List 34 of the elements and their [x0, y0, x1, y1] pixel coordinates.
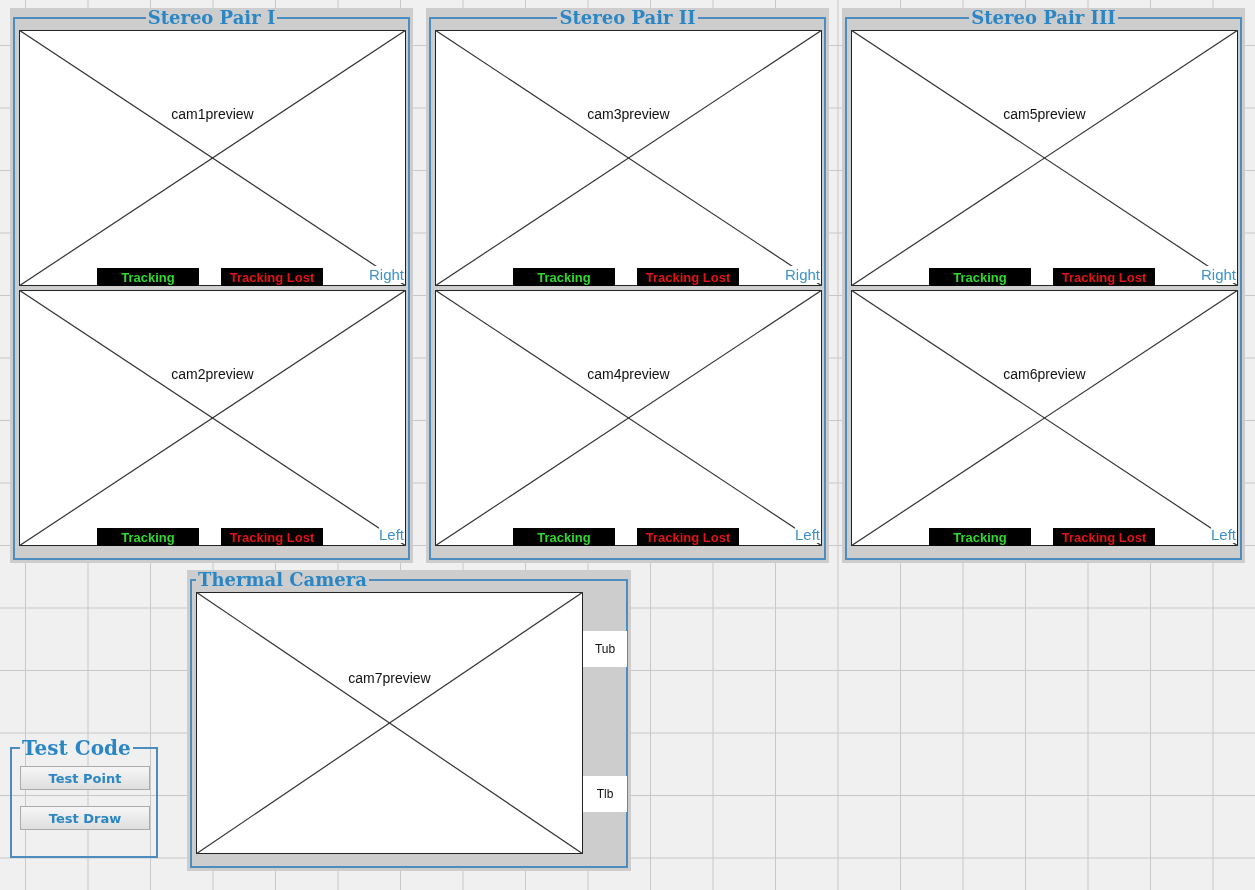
- marker-label: Tub: [583, 631, 627, 667]
- status-label: Tracking Lost: [637, 268, 739, 286]
- side-label: Right: [1200, 266, 1236, 283]
- group-title: Thermal Camera: [197, 570, 368, 590]
- preview-label: cam2preview: [171, 366, 254, 383]
- preview-label: cam6preview: [1003, 366, 1086, 383]
- preview-label: cam5preview: [1003, 106, 1086, 123]
- marker-label: Tlb: [583, 776, 627, 812]
- status-label: Tracking: [513, 268, 615, 286]
- group-title: Test Code: [21, 738, 132, 758]
- group-title: Stereo Pair II: [558, 8, 697, 28]
- preview-label: cam3preview: [587, 106, 670, 123]
- status-label: Tracking Lost: [221, 528, 323, 546]
- side-label: Left: [794, 526, 820, 543]
- side-label: Right: [784, 266, 820, 283]
- side-label: Left: [378, 526, 404, 543]
- status-label: Tracking: [929, 528, 1031, 546]
- group-title: Stereo Pair III: [970, 8, 1117, 28]
- preview-label: cam4preview: [587, 366, 670, 383]
- group-title: Stereo Pair I: [146, 8, 277, 28]
- preview-label: cam1preview: [171, 106, 254, 123]
- side-label: Right: [368, 266, 404, 283]
- side-label: Left: [1210, 526, 1236, 543]
- status-label: Tracking: [929, 268, 1031, 286]
- test-button[interactable]: Test Point: [20, 766, 150, 790]
- status-label: Tracking Lost: [221, 268, 323, 286]
- test-button[interactable]: Test Draw: [20, 806, 150, 830]
- status-label: Tracking: [97, 268, 199, 286]
- status-label: Tracking: [513, 528, 615, 546]
- status-label: Tracking Lost: [1053, 528, 1155, 546]
- status-label: Tracking Lost: [637, 528, 739, 546]
- status-label: Tracking Lost: [1053, 268, 1155, 286]
- preview-label: cam7preview: [348, 670, 431, 687]
- status-label: Tracking: [97, 528, 199, 546]
